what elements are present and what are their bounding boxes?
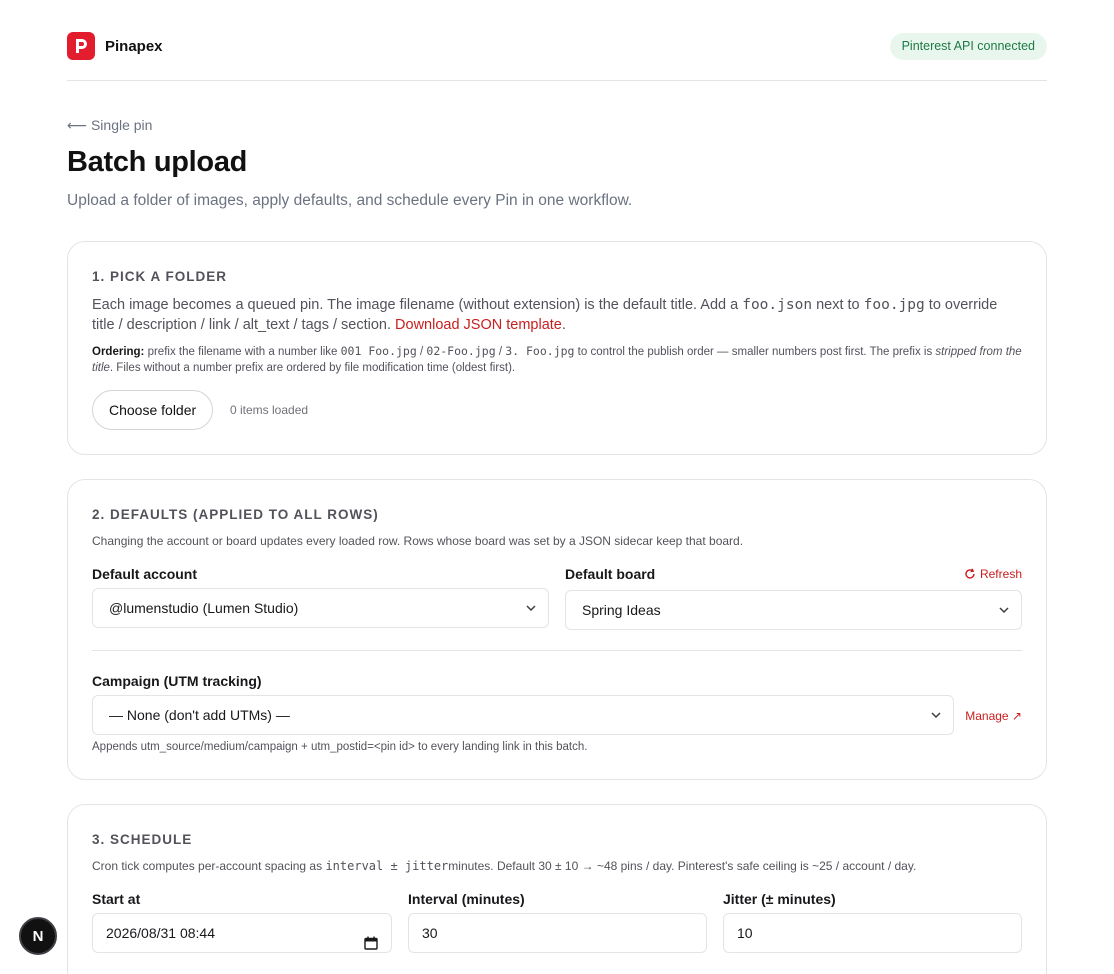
campaign-select[interactable]: — None (don't add UTMs) — [92, 695, 954, 735]
pick-folder-description: Each image becomes a queued pin. The ima… [92, 295, 1022, 335]
campaign-help-text: Appends utm_source/medium/campaign + utm… [92, 741, 588, 753]
pick-folder-card: 1. PICK A FOLDER Each image becomes a qu… [67, 241, 1047, 455]
desc-text: next to [812, 297, 864, 313]
defaults-card: 2. DEFAULTS (APPLIED TO ALL ROWS) Changi… [67, 479, 1047, 780]
items-loaded-count: 0 items loaded [230, 403, 309, 417]
back-to-single-pin-link[interactable]: ⟵ Single pin [67, 117, 152, 134]
campaign-value: — None (don't add UTMs) — [109, 707, 290, 723]
refresh-icon [965, 568, 975, 579]
interval-value: 30 [422, 925, 438, 941]
section-divider [92, 650, 1022, 651]
brand-name: Pinapex [105, 38, 163, 55]
manage-campaigns-link[interactable]: Manage ↗ [965, 709, 1022, 723]
refresh-boards-button[interactable]: Refresh [964, 567, 1022, 581]
pick-folder-heading: 1. PICK A FOLDER [92, 269, 228, 284]
default-board-value: Spring Ideas [582, 602, 661, 618]
schedule-code: interval ± jitter [325, 859, 449, 873]
default-board-select[interactable]: Spring Ideas [565, 590, 1022, 630]
ordering-text: . Files without a number prefix are orde… [109, 362, 516, 374]
ordering-label: Ordering: [92, 346, 145, 358]
interval-label: Interval (minutes) [408, 891, 525, 907]
campaign-label: Campaign (UTM tracking) [92, 673, 262, 689]
schedule-desc-text: minutes. Default 30 ± 10 → ~48 pins / da… [448, 859, 917, 873]
jitter-input[interactable]: 10 [723, 913, 1022, 953]
start-at-value: 2026/08/31 08:44 [106, 925, 215, 941]
chevron-down-icon [931, 696, 943, 734]
jitter-label: Jitter (± minutes) [723, 891, 836, 907]
ordering-note: Ordering: prefix the filename with a num… [92, 343, 1022, 376]
chevron-down-icon [526, 589, 538, 627]
refresh-label: Refresh [979, 567, 1022, 581]
schedule-desc-text: Cron tick computes per-account spacing a… [92, 859, 326, 873]
defaults-description: Changing the account or board updates ev… [92, 534, 744, 548]
download-json-template-link[interactable]: Download JSON template [395, 317, 562, 333]
ordering-code: 02-Foo.jpg [426, 344, 496, 358]
ordering-code: 3. Foo.jpg [505, 344, 575, 358]
top-header: Pinapex Pinterest API connected [67, 30, 1047, 81]
calendar-icon[interactable] [364, 926, 378, 964]
interval-input[interactable]: 30 [408, 913, 707, 953]
default-account-value: @lumenstudio (Lumen Studio) [109, 600, 299, 616]
defaults-heading: 2. DEFAULTS (APPLIED TO ALL ROWS) [92, 507, 379, 522]
ordering-text: to control the publish order — smaller n… [574, 346, 936, 358]
code-jpg: foo.jpg [863, 297, 925, 313]
nextjs-dev-indicator[interactable]: N [19, 917, 57, 955]
ordering-sep: / [416, 346, 427, 358]
schedule-description: Cron tick computes per-account spacing a… [92, 858, 1022, 874]
ordering-text: prefix the filename with a number like [144, 346, 341, 358]
default-board-label: Default board [565, 566, 656, 582]
start-at-label: Start at [92, 891, 141, 907]
desc-text: Each image becomes a queued pin. The ima… [92, 297, 743, 313]
page-subtitle: Upload a folder of images, apply default… [67, 192, 633, 209]
start-at-input[interactable]: 2026/08/31 08:44 [92, 913, 392, 953]
default-account-select[interactable]: @lumenstudio (Lumen Studio) [92, 588, 549, 628]
api-status-badge: Pinterest API connected [889, 33, 1047, 60]
schedule-heading: 3. SCHEDULE [92, 832, 193, 847]
pinapex-logo-icon[interactable] [67, 32, 95, 60]
ordering-code: 001 Foo.jpg [340, 344, 417, 358]
chevron-down-icon [999, 591, 1011, 629]
jitter-value: 10 [737, 925, 753, 941]
choose-folder-button[interactable]: Choose folder [92, 390, 214, 430]
code-json: foo.json [742, 297, 813, 313]
schedule-card: 3. SCHEDULE Cron tick computes per-accou… [67, 804, 1047, 974]
default-account-label: Default account [92, 566, 198, 582]
ordering-sep: / [495, 346, 506, 358]
page-title: Batch upload [67, 146, 248, 178]
desc-text: . [561, 317, 566, 333]
